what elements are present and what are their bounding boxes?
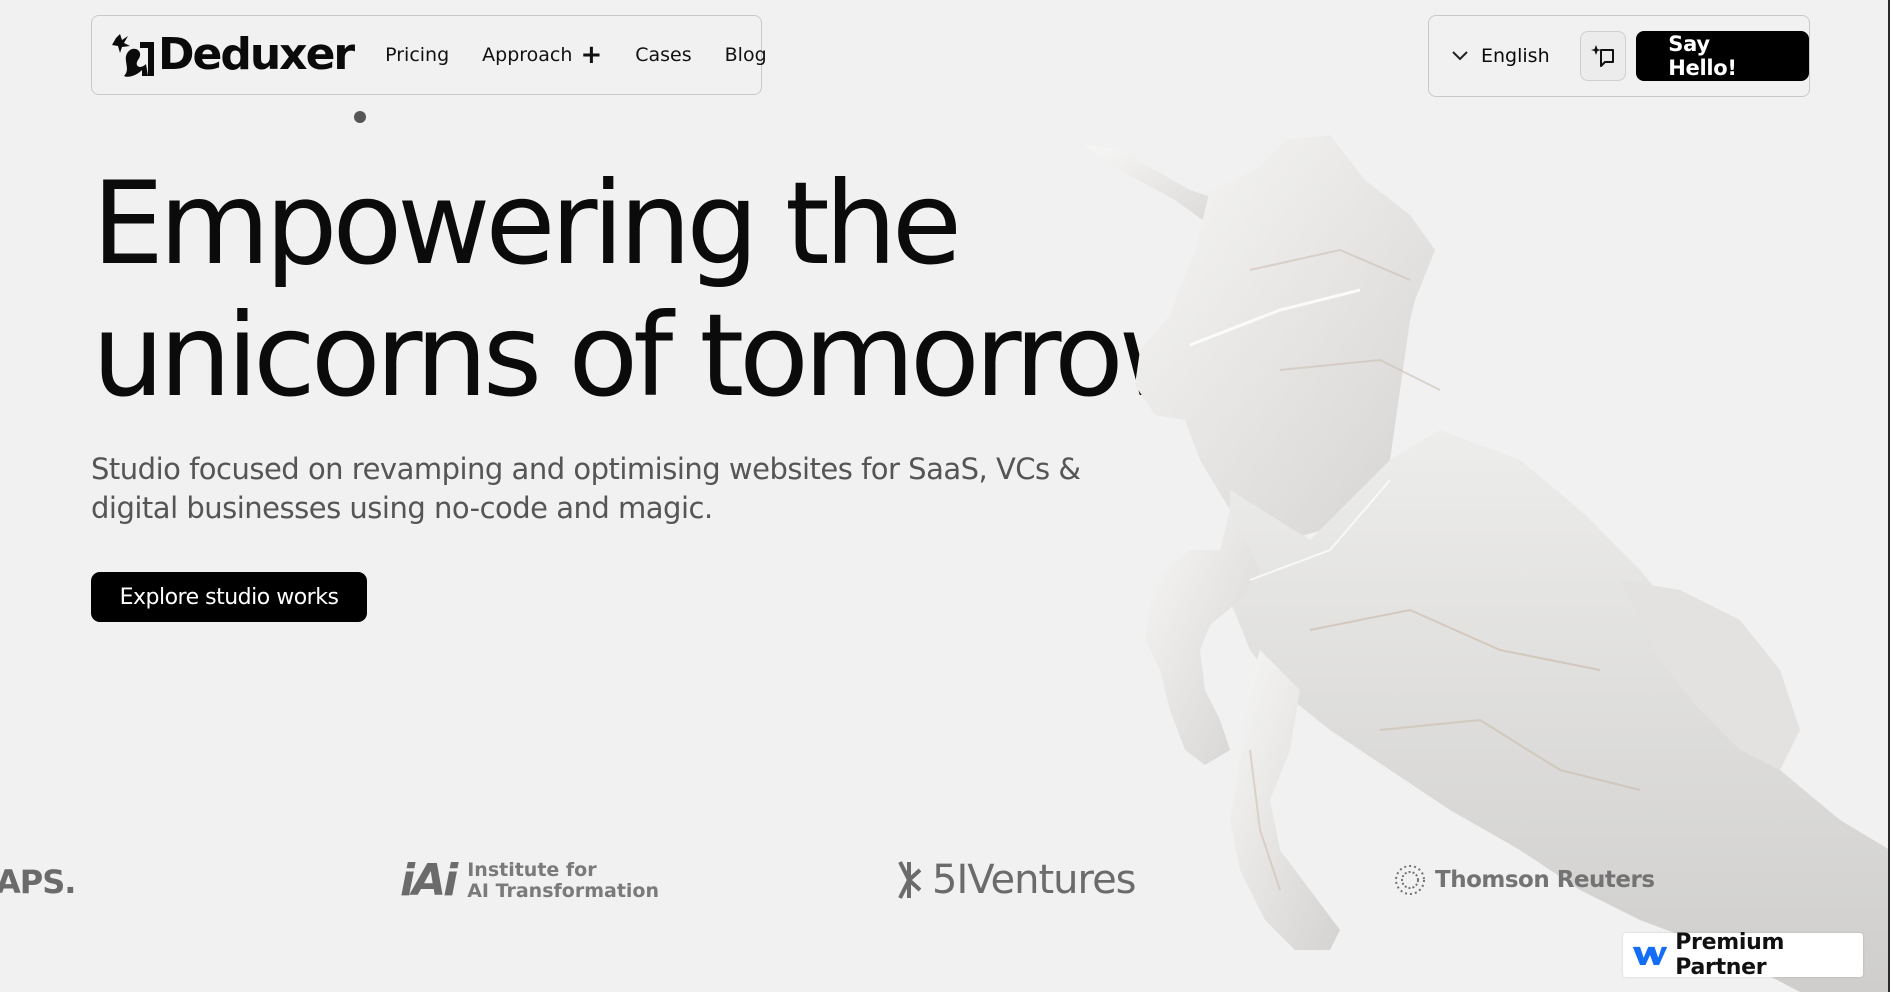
nav-link-approach[interactable]: Approach + [482,42,602,68]
client-logo-5i-ventures: 5IVentures [896,857,1137,903]
hero-subtitle: Studio focused on revamping and optimisi… [91,450,1091,528]
client-logo-text: 5IVentures [932,857,1137,903]
client-logo-text: APS. [0,863,76,901]
sparkle-chat-icon [1590,45,1614,67]
page: Deduxer Pricing Approach + Cases Blog Eng… [0,0,1890,992]
hero-title-line: unicorns of tomorrow [92,289,1212,422]
hero-subtitle-line: Studio focused on revamping and optimisi… [91,452,1081,486]
plus-icon: + [580,40,603,70]
webflow-icon [1632,946,1668,965]
language-selector[interactable]: English [1451,45,1550,67]
chevron-down-icon [1452,51,1468,61]
iai-logo-icon: iAi [400,855,458,906]
language-label: English [1481,45,1550,67]
ai-assistant-button[interactable] [1579,31,1627,81]
badge-label: Premium Partner [1675,930,1785,980]
nav-link-cases[interactable]: Cases [635,44,691,66]
brand-logo[interactable]: Deduxer [110,25,355,85]
hero-title-line: Empowering the [92,157,962,290]
iai-logo-text: Institute for AI Transformation [467,858,659,902]
client-logo-aps: APS. [0,863,76,901]
nav-actions: English Say Hello! [1428,15,1810,97]
nav-link-blog[interactable]: Blog [725,44,767,66]
main-nav: Deduxer Pricing Approach + Cases Blog [91,15,767,95]
iai-logo-line: Institute for [467,858,597,881]
hero-title: Empowering the unicorns of tomorrow [92,158,1242,422]
nav-link-label: Cases [635,44,692,66]
nav-link-label: Blog [724,44,767,66]
client-logo-iai: iAi Institute for AI Transformation [400,855,659,906]
cursor-dot [354,111,366,123]
thomson-reuters-icon [1395,865,1425,895]
say-hello-button[interactable]: Say Hello! [1636,31,1809,81]
client-logo-thomson-reuters: Thomson Reuters [1393,863,1655,897]
5i-ventures-icon [898,861,922,899]
nav-link-label: Pricing [385,44,450,66]
nav-link-label: Approach [482,44,573,66]
hero-subtitle-line: digital businesses using no-code and mag… [91,491,713,525]
nav-links: Pricing Approach + Cases Blog [385,42,767,68]
deduxer-logo-icon [112,34,154,77]
client-logo-text: Thomson Reuters [1435,867,1655,893]
brand-name: Deduxer [158,29,355,80]
premium-partner-badge[interactable]: Premium Partner [1623,930,1863,980]
client-logos: APS. iAi Institute for AI Transformation… [0,855,1890,915]
iai-logo-line: AI Transformation [467,879,659,902]
explore-studio-works-button[interactable]: Explore studio works [91,572,367,622]
nav-link-pricing[interactable]: Pricing [385,44,449,66]
